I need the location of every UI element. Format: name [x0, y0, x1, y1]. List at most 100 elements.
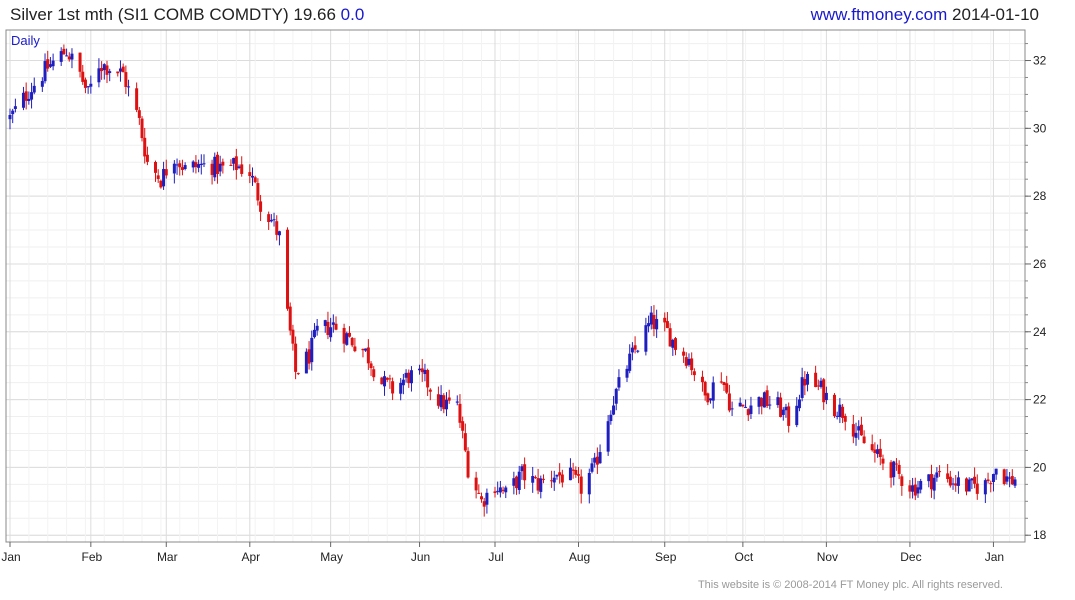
- candle-up: [43, 61, 47, 82]
- candle-down: [897, 464, 901, 474]
- candle-up: [935, 472, 939, 478]
- candle-up: [520, 466, 524, 472]
- x-tick-label: May: [320, 550, 343, 564]
- candle-down: [948, 476, 952, 486]
- candle-up: [911, 485, 915, 492]
- candle-down: [746, 409, 750, 416]
- candle-up: [749, 405, 753, 414]
- candle-down: [541, 478, 545, 480]
- candle-down: [46, 59, 50, 69]
- candle-down: [83, 79, 87, 88]
- candle-up: [409, 370, 413, 384]
- candle-down: [105, 65, 109, 75]
- candle-up: [310, 337, 314, 363]
- price-chart: 18 20 22 24 26 28 30 32 Jan Feb Mar Apr May Jun Jul Au…: [1, 29, 1047, 564]
- candle-down: [1002, 469, 1006, 485]
- candle-down: [342, 327, 346, 344]
- candle-up: [784, 406, 788, 411]
- candle-up: [439, 394, 443, 408]
- y-tick-label: 22: [1033, 393, 1047, 407]
- candle-up: [636, 350, 640, 352]
- candle-down: [832, 394, 836, 417]
- candle-up: [199, 163, 203, 166]
- candle-up: [496, 490, 500, 492]
- candle-down: [889, 462, 893, 478]
- candle-down: [81, 71, 85, 82]
- candle-up: [687, 358, 691, 365]
- candle-up: [738, 402, 742, 407]
- candle-down: [684, 357, 688, 366]
- candle-up: [552, 477, 556, 483]
- candle-up: [630, 347, 634, 353]
- candle-down: [267, 214, 271, 223]
- period-label: Daily: [11, 33, 40, 48]
- candle-down: [466, 451, 470, 478]
- candle-down: [482, 501, 486, 507]
- candle-up: [32, 85, 36, 93]
- candle-up: [776, 397, 780, 406]
- candle-up: [118, 68, 122, 72]
- candle-up: [250, 175, 254, 178]
- candle-up: [800, 377, 804, 398]
- x-tick-label: Apr: [241, 550, 260, 564]
- candle-down: [843, 415, 847, 422]
- y-tick-label: 32: [1033, 54, 1047, 68]
- candle-up: [625, 368, 629, 378]
- candle-up: [65, 55, 69, 57]
- candle-up: [30, 92, 34, 100]
- candle-down: [326, 321, 330, 335]
- candle-down: [140, 118, 144, 139]
- candle-up: [512, 478, 516, 486]
- candle-down: [463, 433, 467, 451]
- candle-down: [579, 476, 583, 494]
- y-axis: 18 20 22 24 26 28 30 32: [1025, 43, 1047, 542]
- y-tick-label: 28: [1033, 189, 1047, 203]
- candle-up: [232, 157, 236, 164]
- candle-down: [426, 370, 430, 388]
- candle-up: [838, 404, 842, 417]
- candle-down: [137, 110, 141, 118]
- candle-up: [781, 409, 785, 415]
- candle-down: [822, 379, 826, 403]
- candle-up: [312, 329, 316, 338]
- candle-up: [218, 163, 222, 172]
- candle-down: [816, 385, 820, 387]
- candle-down: [420, 368, 424, 373]
- candle-down: [706, 393, 710, 403]
- candle-down: [253, 177, 257, 183]
- candle-up: [175, 164, 179, 166]
- candle-down: [347, 332, 351, 337]
- candle-up: [967, 479, 971, 492]
- candle-down: [975, 483, 979, 494]
- candle-down: [533, 477, 537, 479]
- candle-down: [350, 337, 354, 346]
- candle-down: [577, 474, 581, 476]
- candle-up: [628, 353, 632, 371]
- candle-down: [779, 397, 783, 417]
- y-tick-label: 30: [1033, 121, 1047, 135]
- candle-down: [369, 363, 373, 369]
- candle-down: [100, 67, 104, 72]
- x-tick-label: Aug: [569, 550, 590, 564]
- copyright-footer: This website is © 2008-2014 FT Money plc…: [697, 579, 1003, 591]
- candle-down: [248, 172, 252, 177]
- candle-down: [929, 474, 933, 490]
- candle-up: [671, 339, 675, 348]
- candle-up: [11, 110, 15, 115]
- candle-up: [323, 320, 327, 326]
- candle-down: [458, 403, 462, 423]
- candle-down: [210, 163, 214, 175]
- candle-down: [288, 306, 292, 331]
- candle-up: [202, 163, 206, 165]
- candle-down: [682, 351, 686, 356]
- candle-down: [116, 71, 120, 74]
- candle-up: [806, 374, 810, 385]
- candle-up: [568, 467, 572, 481]
- candle-down: [194, 162, 198, 168]
- candle-down: [765, 390, 769, 406]
- candle-down: [286, 229, 290, 309]
- candle-down: [153, 161, 157, 173]
- candle-down: [536, 478, 540, 491]
- candle-down: [946, 473, 950, 479]
- candle-up: [919, 480, 923, 490]
